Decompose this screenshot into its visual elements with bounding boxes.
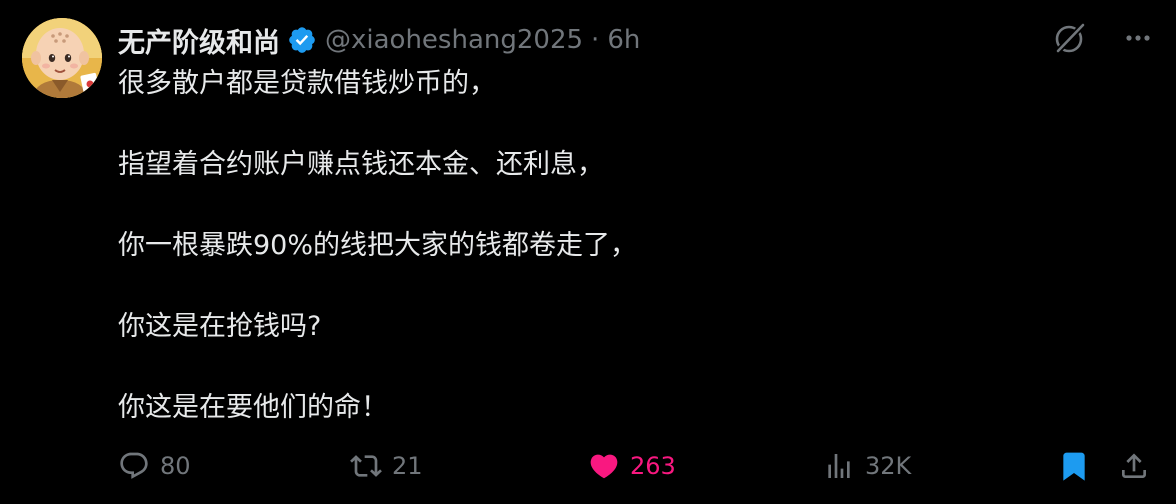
- reply-button[interactable]: 80: [118, 446, 191, 486]
- repost-button[interactable]: 21: [350, 446, 423, 486]
- reply-icon: [118, 450, 150, 482]
- heart-icon: [588, 450, 620, 482]
- share-button[interactable]: [1118, 446, 1150, 486]
- tweet-text: 很多散户都是贷款借钱炒币的， 指望着合约账户赚点钱还本金、还利息， 你一根暴跌9…: [118, 64, 1148, 469]
- bookmark-button[interactable]: [1058, 446, 1090, 486]
- like-button[interactable]: 263: [588, 446, 676, 486]
- tweet-paragraph-1: 很多散户都是贷款借钱炒币的，: [118, 68, 496, 99]
- verified-badge-icon[interactable]: [287, 25, 317, 55]
- more-icon[interactable]: [1122, 22, 1154, 54]
- author-handle[interactable]: @xiaoheshang2025: [325, 25, 583, 55]
- tweet-paragraph-4: 你这是在抢钱吗?: [118, 311, 322, 342]
- action-bar: 80 21 263 32K: [118, 446, 1158, 486]
- author-display-name[interactable]: 无产阶级和尚: [118, 21, 280, 60]
- repost-icon: [350, 450, 382, 482]
- grok-icon[interactable]: [1052, 20, 1088, 56]
- reply-count: 80: [160, 452, 191, 480]
- views-count: 32K: [865, 452, 912, 480]
- share-icon: [1118, 450, 1150, 482]
- tweet-paragraph-2: 指望着合约账户赚点钱还本金、还利息，: [118, 149, 604, 180]
- like-count: 263: [630, 452, 676, 480]
- avatar[interactable]: [22, 18, 102, 98]
- tweet: 无产阶级和尚 @xiaoheshang2025 · 6h 很多散户都是贷款借钱炒…: [0, 0, 1176, 504]
- views-icon: [823, 450, 855, 482]
- bookmark-icon: [1058, 450, 1090, 482]
- tweet-paragraph-3: 你一根暴跌90%的线把大家的钱都卷走了，: [118, 230, 638, 261]
- separator-dot: ·: [591, 25, 600, 55]
- repost-count: 21: [392, 452, 423, 480]
- top-actions: [1052, 20, 1154, 56]
- tweet-header: 无产阶级和尚 @xiaoheshang2025 · 6h: [118, 20, 640, 60]
- tweet-paragraph-5: 你这是在要他们的命！: [118, 392, 388, 423]
- views-button[interactable]: 32K: [823, 446, 911, 486]
- post-timestamp[interactable]: 6h: [607, 25, 640, 55]
- avatar-monk-icon: [22, 18, 102, 98]
